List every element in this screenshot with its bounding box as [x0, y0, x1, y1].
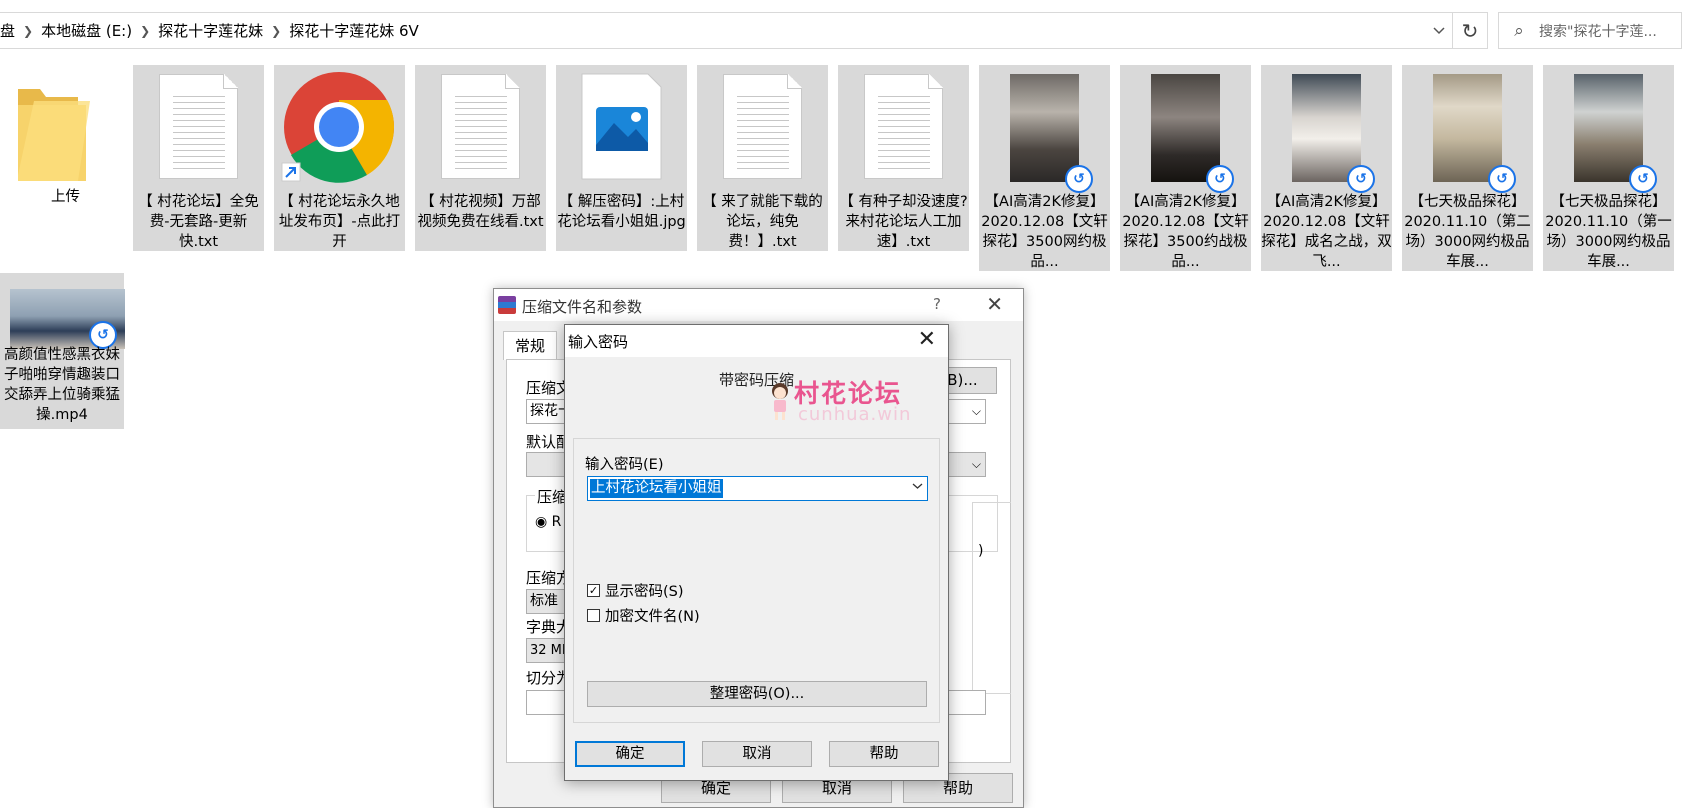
text-file-icon — [159, 74, 238, 179]
sync-icon: ↺ — [1629, 165, 1657, 193]
chevron-down-icon[interactable] — [1425, 13, 1453, 48]
checkbox-unchecked-icon — [587, 609, 600, 622]
file-item-video-4[interactable]: ↺ 【七天极品探花】2020.11.10（第二场）3000网约极品车展... — [1402, 65, 1533, 271]
chevron-down-icon: ⌵ — [971, 404, 981, 418]
breadcrumb: 盘 ❯ 本地磁盘 (E:) ❯ 探花十字莲花妹 ❯ 探花十字莲花妹 6V — [0, 13, 425, 48]
folder-icon — [0, 71, 131, 183]
file-name: 【 解压密码】:上村花论坛看小姐姐.jpg — [557, 194, 686, 230]
chevron-down-icon[interactable] — [912, 479, 923, 494]
file-name: 【 来了就能下载的论坛，纯免费！】.txt — [702, 194, 823, 250]
file-item-txt-4[interactable]: 【 有种子却没速度?来村花论坛人工加速】.txt — [838, 65, 969, 251]
chevron-right-icon: ❯ — [271, 23, 282, 38]
video-thumbnail — [1151, 74, 1220, 182]
file-name: 高颜值性感黑衣妹子啪啪穿情趣装口交舔弄上位骑乘猛操.mp4 — [4, 347, 120, 423]
video-thumbnail — [1292, 74, 1361, 182]
winrar-icon — [498, 296, 516, 314]
file-name: 【 村花视频】万部视频免费在线看.txt — [417, 194, 544, 230]
search-input[interactable]: ⌕ 搜索"探花十字莲... — [1498, 12, 1682, 49]
breadcrumb-item-drive-root[interactable]: 盘 — [0, 20, 21, 41]
file-item-video-3[interactable]: ↺ 【AI高清2K修复】2020.12.08【文轩探花】成名之战，双飞... — [1261, 65, 1392, 271]
dialog-title: 输入密码 — [568, 333, 629, 351]
search-placeholder: 搜索"探花十字莲... — [1539, 23, 1657, 40]
close-icon[interactable]: ✕ — [918, 327, 936, 352]
file-name: 【AI高清2K修复】2020.12.08【文轩探花】3500网约极品... — [981, 194, 1108, 270]
breadcrumb-item-current-folder[interactable]: 探花十字莲花妹 6V — [283, 20, 425, 41]
file-name: 【AI高清2K修复】2020.12.08【文轩探花】3500约战极品... — [1122, 194, 1249, 270]
search-icon: ⌕ — [1514, 20, 1524, 41]
file-item-jpg[interactable]: 【 解压密码】:上村花论坛看小姐姐.jpg — [556, 65, 687, 251]
text-file-icon — [864, 74, 943, 179]
sync-icon: ↺ — [1347, 165, 1375, 193]
password-label: 输入密码(E) — [585, 457, 664, 473]
file-item-video-2[interactable]: ↺ 【AI高清2K修复】2020.12.08【文轩探花】3500约战极品... — [1120, 65, 1251, 271]
file-item-txt-3[interactable]: 【 来了就能下载的论坛，纯免费！】.txt — [697, 65, 828, 251]
radio-rar-label: R — [551, 514, 562, 530]
text-file-icon — [723, 74, 802, 179]
video-thumbnail — [1574, 74, 1643, 182]
encrypt-filenames-checkbox[interactable]: 加密文件名(N) — [587, 605, 700, 626]
address-bar[interactable]: 盘 ❯ 本地磁盘 (E:) ❯ 探花十字莲花妹 ❯ 探花十字莲花妹 6V ↻ — [0, 12, 1488, 49]
file-item-mp4[interactable]: ↺ 高颜值性感黑衣妹子啪啪穿情趣装口交舔弄上位骑乘猛操.mp4 — [0, 273, 125, 429]
close-icon[interactable]: ✕ — [986, 292, 1003, 316]
options-label: ) — [978, 543, 984, 559]
file-name: 上传 — [51, 189, 80, 205]
options-group: ) — [972, 502, 1011, 694]
watermark: 村花论坛 cunhua.win — [768, 374, 928, 430]
video-thumbnail — [1010, 74, 1079, 182]
refresh-icon[interactable]: ↻ — [1452, 13, 1487, 48]
chevron-down-icon: ⌵ — [971, 457, 981, 471]
file-name: 【AI高清2K修复】2020.12.08【文轩探花】成名之战，双飞... — [1261, 194, 1392, 270]
breadcrumb-item-parent-folder[interactable]: 探花十字莲花妹 — [152, 20, 269, 41]
mascot-icon — [772, 383, 788, 420]
organize-passwords-button[interactable]: 整理密码(O)... — [587, 681, 927, 707]
show-password-checkbox[interactable]: ✓ 显示密码(S) — [587, 580, 684, 601]
breadcrumb-item-local-disk[interactable]: 本地磁盘 (E:) — [35, 20, 138, 41]
file-item-video-5[interactable]: ↺ 【七天极品探花】2020.11.10（第一场）3000网约极品车展... — [1543, 65, 1674, 271]
file-item-txt-1[interactable]: 【 村花论坛】全免费-无套路-更新快.txt — [133, 65, 264, 251]
help-icon[interactable]: ? — [933, 295, 941, 313]
file-name: 【 村花论坛永久地址发布页】-点此打开 — [278, 194, 401, 250]
password-input[interactable]: 上村花论坛看小姐姐 — [587, 476, 928, 501]
watermark-subtitle: cunhua.win — [798, 404, 912, 425]
file-item-folder[interactable]: 上传 — [0, 65, 131, 220]
file-name: 【 村花论坛】全免费-无套路-更新快.txt — [138, 194, 259, 250]
file-item-video-1[interactable]: ↺ 【AI高清2K修复】2020.12.08【文轩探花】3500网约极品... — [979, 65, 1110, 271]
show-password-label: 显示密码(S) — [605, 584, 684, 600]
dialog-titlebar: 输入密码 ✕ — [565, 325, 948, 357]
help-button[interactable]: 帮助 — [829, 741, 939, 767]
checkbox-checked-icon: ✓ — [587, 584, 600, 597]
radio-rar[interactable]: ◉ R — [535, 514, 561, 530]
dialog-titlebar: 压缩文件名和参数 ? ✕ — [494, 289, 1023, 321]
tab-general[interactable]: 常规 — [503, 331, 557, 360]
chevron-right-icon: ❯ — [140, 23, 151, 38]
password-value: 上村花论坛看小姐姐 — [590, 479, 723, 498]
chrome-shortcut-icon — [274, 71, 405, 183]
encrypt-filenames-label: 加密文件名(N) — [605, 609, 700, 625]
text-file-icon — [441, 74, 520, 179]
file-name: 【七天极品探花】2020.11.10（第一场）3000网约极品车展... — [1545, 194, 1672, 270]
dialog-title: 压缩文件名和参数 — [522, 298, 643, 316]
file-name: 【 有种子却没速度?来村花论坛人工加速】.txt — [839, 194, 968, 250]
file-name: 【七天极品探花】2020.11.10（第二场）3000网约极品车展... — [1404, 194, 1531, 270]
ok-button[interactable]: 确定 — [575, 741, 685, 767]
sync-icon: ↺ — [1488, 165, 1516, 193]
chevron-right-icon: ❯ — [23, 23, 34, 38]
video-thumbnail — [1433, 74, 1502, 182]
image-file-icon — [556, 71, 687, 183]
sync-icon: ↺ — [1206, 165, 1234, 193]
sync-icon: ↺ — [1065, 165, 1093, 193]
cancel-button[interactable]: 取消 — [702, 741, 812, 767]
file-item-chrome-shortcut[interactable]: 【 村花论坛永久地址发布页】-点此打开 — [274, 65, 405, 251]
file-item-txt-2[interactable]: 【 村花视频】万部视频免费在线看.txt — [415, 65, 546, 251]
